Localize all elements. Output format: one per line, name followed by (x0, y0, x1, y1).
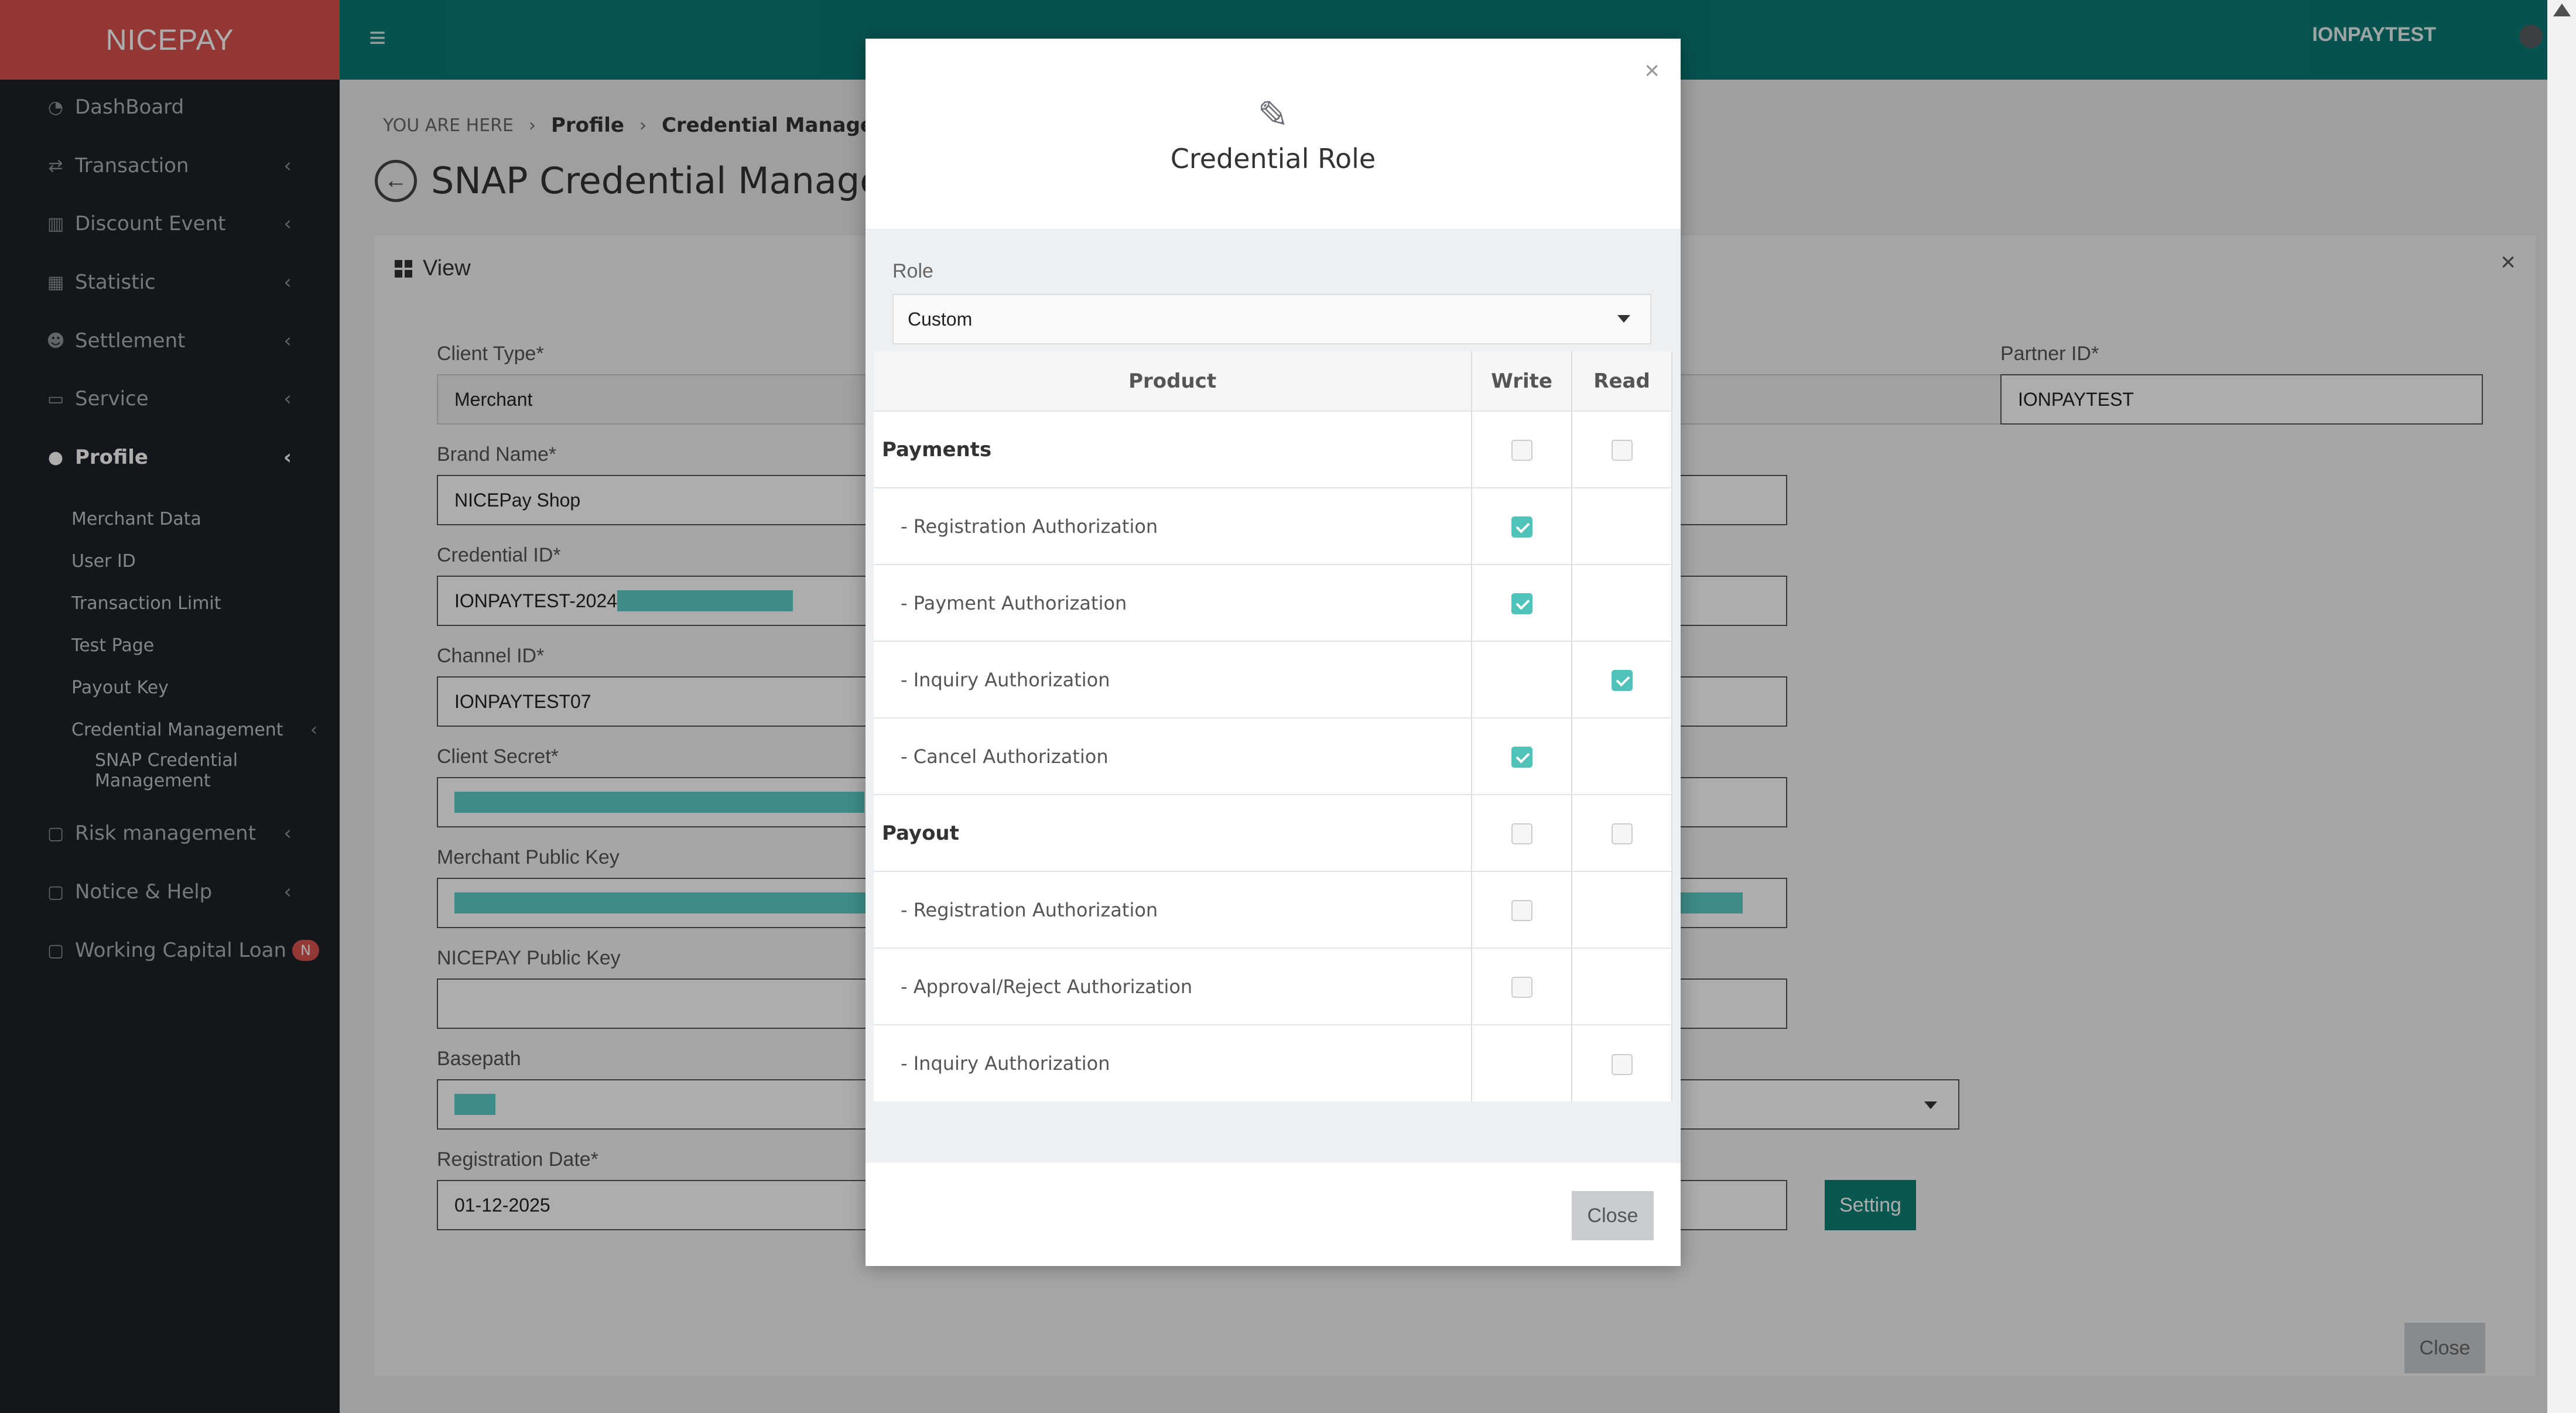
read-cell (1572, 794, 1672, 871)
read-cell (1572, 641, 1672, 718)
read-cell (1572, 1024, 1672, 1101)
table-row: - Approval/Reject Authorization (874, 947, 1672, 1025)
table-row: Payments (874, 410, 1672, 488)
read-cell (1572, 410, 1672, 488)
read-checkbox[interactable] (1611, 440, 1633, 461)
product-label: - Cancel Authorization (874, 717, 1473, 795)
read-checkbox[interactable] (1611, 1053, 1633, 1075)
table-row: - Inquiry Authorization (874, 641, 1672, 718)
write-checkbox[interactable] (1511, 900, 1532, 921)
modal-header: ✎ Credential Role (865, 39, 1681, 230)
modal-footer: Close (865, 1163, 1681, 1266)
role-label: Role (892, 260, 933, 282)
product-label: - Registration Authorization (874, 871, 1473, 948)
permission-table: Product Write Read Payments - Registratio… (874, 351, 1672, 1101)
table-row: - Payment Authorization (874, 564, 1672, 641)
product-label: - Inquiry Authorization (874, 1024, 1473, 1101)
role-select-value: Custom (908, 308, 973, 330)
modal-close-button[interactable]: Close (1572, 1191, 1654, 1240)
write-cell (1472, 871, 1573, 948)
table-row: - Registration Authorization (874, 487, 1672, 564)
role-select[interactable]: Custom (892, 294, 1651, 344)
modal-title: Credential Role (1170, 143, 1376, 175)
read-cell (1572, 947, 1672, 1025)
product-label: - Approval/Reject Authorization (874, 947, 1473, 1025)
write-cell (1472, 641, 1573, 718)
pencil-icon: ✎ (1257, 94, 1289, 136)
write-cell (1472, 410, 1573, 488)
scrollbar[interactable] (2547, 0, 2576, 1413)
table-row: - Cancel Authorization (874, 717, 1672, 795)
read-cell (1572, 487, 1672, 564)
column-header-product: Product (874, 351, 1473, 411)
write-cell (1472, 487, 1573, 564)
write-cell (1472, 947, 1573, 1025)
product-label: - Registration Authorization (874, 487, 1473, 564)
read-cell (1572, 717, 1672, 795)
write-checkbox[interactable] (1511, 440, 1532, 461)
write-checkbox[interactable] (1511, 593, 1532, 614)
write-checkbox[interactable] (1511, 977, 1532, 998)
write-cell (1472, 717, 1573, 795)
close-icon[interactable]: × (1644, 56, 1660, 85)
modal-body: Role Custom Product Write Read Payments -… (865, 230, 1681, 1163)
read-checkbox[interactable] (1611, 823, 1633, 844)
product-label: - Inquiry Authorization (874, 641, 1473, 718)
scroll-up-icon[interactable] (2553, 4, 2571, 16)
write-cell (1472, 794, 1573, 871)
write-cell (1472, 564, 1573, 641)
table-row: - Inquiry Authorization (874, 1024, 1672, 1101)
table-row: - Registration Authorization (874, 871, 1672, 948)
read-checkbox[interactable] (1611, 670, 1633, 691)
product-label: - Payment Authorization (874, 564, 1473, 641)
product-label: Payments (874, 410, 1473, 488)
credential-role-modal: × ✎ Credential Role Role Custom Product … (865, 39, 1681, 1266)
product-label: Payout (874, 794, 1473, 871)
write-cell (1472, 1024, 1573, 1101)
column-header-write: Write (1472, 351, 1573, 411)
caret-down-icon (1617, 315, 1630, 323)
column-header-read: Read (1572, 351, 1672, 411)
table-row: Payout (874, 794, 1672, 871)
read-cell (1572, 871, 1672, 948)
read-cell (1572, 564, 1672, 641)
write-checkbox[interactable] (1511, 823, 1532, 844)
write-checkbox[interactable] (1511, 747, 1532, 768)
write-checkbox[interactable] (1511, 516, 1532, 538)
